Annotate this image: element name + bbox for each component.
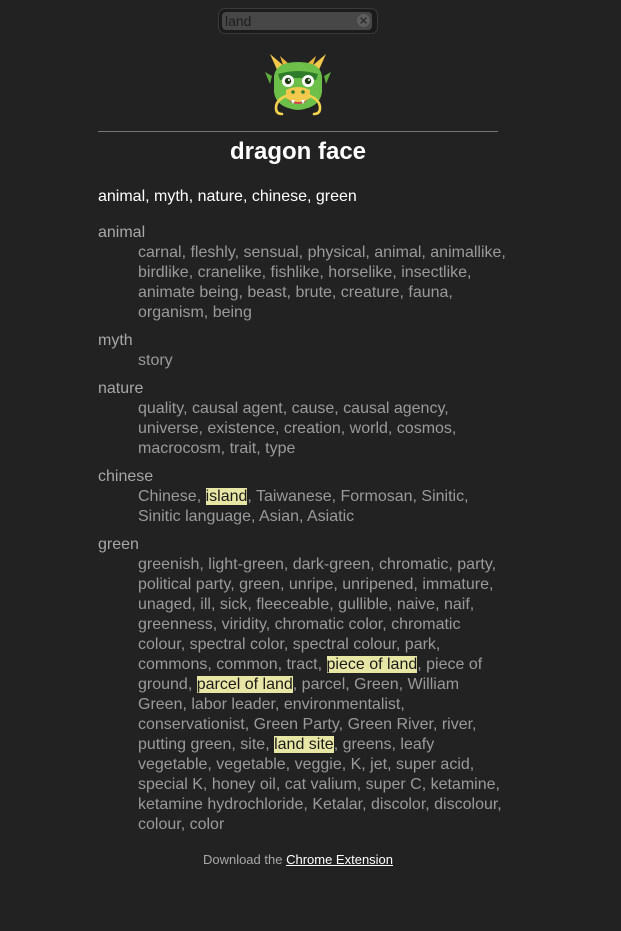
group-synonyms: quality, causal agent, cause, causal age… (98, 399, 508, 459)
footer: Download the Chrome Extension (98, 852, 498, 868)
synonym-group-chinese: chinese Chinese, island, Taiwanese, Formo… (98, 467, 508, 527)
group-synonyms: carnal, fleshly, sensual, physical, anim… (98, 243, 508, 323)
synonym-group-animal: animal carnal, fleshly, sensual, physical… (98, 223, 508, 323)
synonym-group-myth: myth story (98, 331, 508, 371)
dragon-face-icon (265, 54, 331, 116)
chrome-extension-link[interactable]: Chrome Extension (286, 852, 393, 867)
clear-search-icon[interactable] (357, 14, 370, 27)
synonym-text: story (138, 352, 173, 369)
search-input[interactable] (222, 12, 372, 30)
highlighted-match: land site (274, 736, 334, 753)
search-box (219, 9, 377, 33)
highlighted-match: piece of land (326, 656, 418, 673)
highlighted-match: parcel of land (196, 676, 293, 693)
group-word: animal (98, 224, 146, 241)
synonym-text: Chinese, (138, 488, 206, 505)
footer-text: Download the (202, 852, 287, 867)
page: dragon face animal, myth, nature, chines… (0, 0, 621, 931)
synonym-group-nature: nature quality, causal agent, cause, caus… (98, 379, 508, 459)
page-title: dragon face (229, 138, 367, 165)
group-word: myth (98, 332, 133, 349)
group-word: chinese (98, 468, 154, 485)
synonym-text: carnal, fleshly, sensual, physical, anim… (138, 244, 506, 321)
synonym-group-green: green greenish, light-green, dark-green, … (98, 535, 508, 835)
highlighted-match: island (205, 488, 248, 505)
group-synonyms: greenish, light-green, dark-green, chrom… (98, 555, 508, 835)
group-synonyms: story (98, 351, 508, 371)
synonym-text: quality, causal agent, cause, causal age… (138, 400, 457, 457)
group-word: nature (98, 380, 144, 397)
keyword-list: animal, myth, nature, chinese, green (98, 188, 357, 205)
group-word: green (98, 536, 139, 553)
synonym-groups: animal carnal, fleshly, sensual, physical… (98, 223, 508, 843)
divider (98, 131, 498, 132)
group-synonyms: Chinese, island, Taiwanese, Formosan, Si… (98, 487, 508, 527)
